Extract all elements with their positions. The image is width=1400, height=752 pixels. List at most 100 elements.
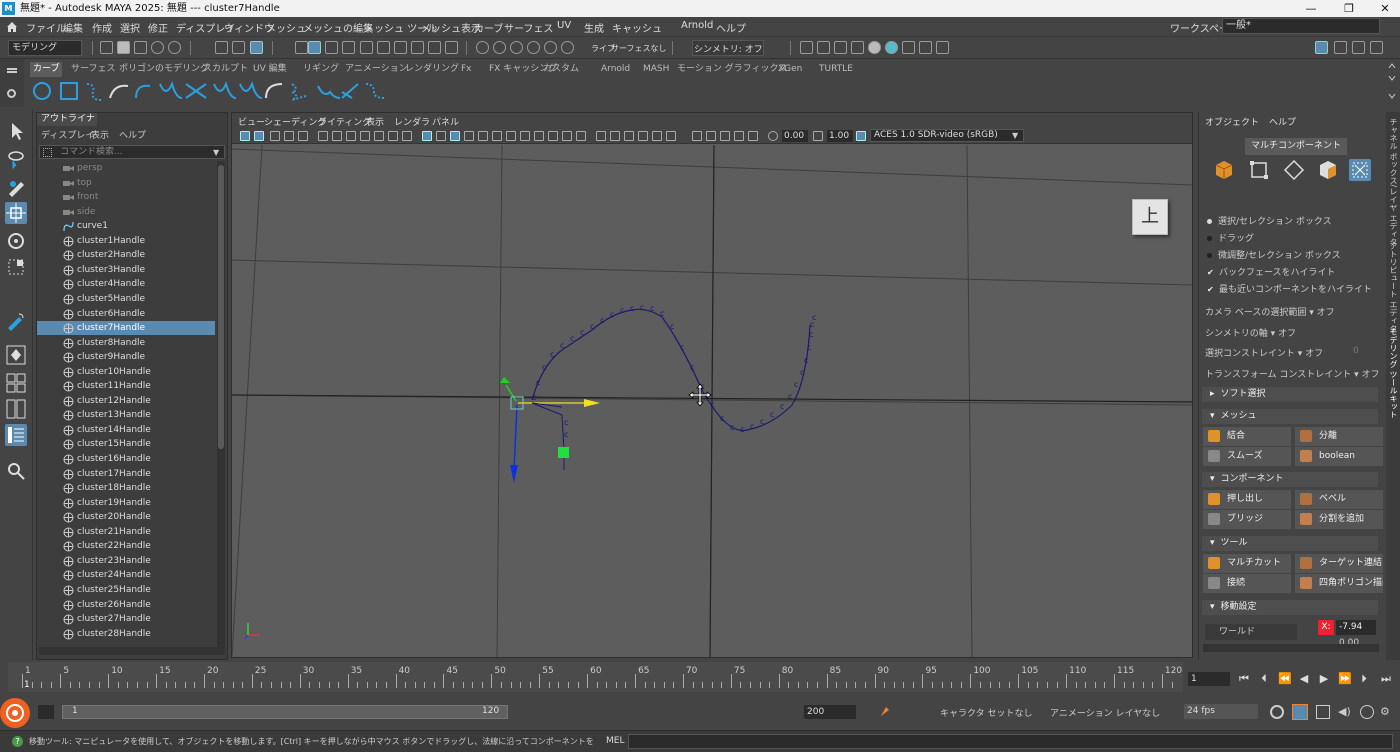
cluster-handle-glyph[interactable]: c [750,422,754,431]
hud-icon[interactable] [666,131,676,141]
auto-key-icon[interactable] [878,704,892,718]
coordinate-space-select[interactable]: ワールド [1205,624,1297,640]
outliner-hscrollbar[interactable] [39,647,225,655]
cluster-handle-glyph[interactable]: c [620,306,624,315]
menu-item-1[interactable]: 編集 [63,20,83,35]
outliner-item[interactable]: cluster21Handle [37,525,215,539]
outliner-item[interactable]: cluster17Handle [37,467,215,481]
vp-menu-view[interactable]: ビュー [238,115,265,128]
four-view-layout-icon[interactable] [5,372,27,394]
outliner-item[interactable]: persp [37,161,215,175]
outliner-item[interactable]: cluster11Handle [37,379,215,393]
toolkit-row-0[interactable]: カメラ ベースの選択範囲 ▾ オフ [1205,305,1335,318]
toolkit-menu-object[interactable]: オブジェクト [1205,115,1259,128]
snap-to-grid-icon[interactable] [476,41,489,54]
outliner-item[interactable]: cluster2Handle [37,248,215,262]
gate-mask-icon[interactable] [360,131,370,141]
search-filter-icon[interactable] [43,148,52,157]
camera-icon[interactable] [706,131,716,141]
undo-icon[interactable] [151,41,164,54]
mesh-button-3[interactable]: boolean [1295,447,1383,466]
outliner-item[interactable]: cluster10Handle [37,365,215,379]
outliner-item[interactable]: side [37,205,215,219]
outliner-menu-show[interactable]: 表示 [91,128,109,141]
cluster-handle-glyph[interactable]: c [630,304,634,313]
ipr-render-icon[interactable] [834,41,847,54]
select-by-dynamic-icon[interactable] [411,41,424,54]
cluster-handle-glyph[interactable]: c [680,343,684,352]
film-gate-icon[interactable] [332,131,342,141]
search-icon[interactable] [5,460,27,482]
cluster-handle-glyph[interactable]: c [690,363,694,372]
mesh-button-1[interactable]: 分離 [1295,427,1383,446]
gamma-icon[interactable] [813,131,823,141]
tool-button-2[interactable]: 接続 [1203,574,1291,593]
shelf-tab-14[interactable]: XGen [775,62,805,77]
vp-menu-panels[interactable]: パネル [432,115,459,128]
vp-menu-lighting[interactable]: ライティング [318,115,371,128]
grid-toggle-icon[interactable] [318,131,328,141]
component-button-2[interactable]: ブリッジ [1203,510,1291,529]
select-by-deformation-icon[interactable] [394,41,407,54]
cluster-handle-glyph[interactable]: c [807,343,811,352]
outliner-item[interactable]: cluster4Handle [37,277,215,291]
chevron-down-icon[interactable]: ▼ [213,148,219,157]
cluster-handle-glyph[interactable]: c [600,316,604,325]
resolution-gate-icon[interactable] [346,131,356,141]
select-by-object-type-icon[interactable] [308,41,321,54]
tool-section[interactable]: ツール [1202,536,1378,551]
redo-icon[interactable] [168,41,181,54]
frame-icon[interactable] [734,131,744,141]
menu-item-7[interactable]: メッシュ [266,20,306,35]
outliner-item[interactable]: cluster18Handle [37,481,215,495]
cluster-handle-glyph[interactable]: c [640,303,644,312]
colorspace-select[interactable]: ACES 1.0 SDR-video (sRGB) [870,129,1024,142]
shelf-tab-2[interactable]: ポリゴンのモデリング [116,62,212,77]
single-perspective-layout-icon[interactable] [5,344,27,366]
cluster-handle-glyph[interactable]: c [800,368,804,377]
toolkit-row-1[interactable]: シンメトリの軸 ▾ オフ [1205,326,1296,339]
anim-start-field[interactable] [38,705,54,719]
shelf-tab-11[interactable]: Arnold [598,62,633,77]
exposure-icon[interactable] [768,131,778,141]
shadows-icon[interactable] [520,131,530,141]
outliner-item[interactable]: cluster3Handle [37,263,215,277]
outliner-scroll-thumb[interactable] [218,165,224,449]
menu-item-0[interactable]: ファイル [26,20,66,35]
shelf-menu-icon[interactable] [7,68,17,70]
cluster-handle-glyph[interactable]: c [809,330,813,339]
chevron-down-icon[interactable]: ▼ [1012,131,1018,140]
minimize-button[interactable]: — [1296,0,1326,17]
bookmark-icon[interactable] [254,131,264,141]
cluster-handle-glyph[interactable]: c [760,417,764,426]
outliner-item[interactable]: curve1 [37,219,215,233]
home-icon[interactable] [6,21,18,33]
wireframe-icon[interactable] [436,131,446,141]
step-back-icon[interactable]: ⏴ [1258,673,1270,685]
select-object-icon[interactable] [232,41,245,54]
outliner-item[interactable]: cluster24Handle [37,568,215,582]
shelf-tab-5[interactable]: リギング [300,62,342,77]
outliner-item[interactable]: cluster23Handle [37,554,215,568]
toolkit-row-2[interactable]: 選択コンストレイント ▾ オフ [1205,346,1323,359]
cluster-handle-glyph[interactable]: c [580,328,584,337]
isolate-select-icon[interactable] [596,131,606,141]
xray-icon[interactable] [610,131,620,141]
shelf-tab-8[interactable]: Fx [458,62,475,77]
shelf-tab-12[interactable]: MASH [640,62,672,77]
xray-components-icon[interactable] [638,131,648,141]
mesh-button-2[interactable]: スムーズ [1203,447,1291,466]
cluster-handle-glyph[interactable]: c [536,378,540,387]
bookmark-timeline-icon[interactable] [1316,705,1330,719]
safe-action-icon[interactable] [388,131,398,141]
lock-selection-icon[interactable] [428,41,441,54]
shelf-settings-icon[interactable] [7,89,16,98]
range-slider[interactable] [62,705,508,719]
toolkit-option-3[interactable]: ✔ バックフェースをハイライト [1207,265,1335,278]
chevron-down-icon[interactable]: ▾ [1306,308,1316,318]
vp-menu-renderer[interactable]: レンダラ [394,115,430,128]
toolkit-option-0[interactable]: 選択/セレクション ボックス [1207,214,1332,227]
live-surface-value[interactable]: サーフェスなし [611,43,667,54]
menu-item-2[interactable]: 作成 [92,20,112,35]
select-by-vertex-icon[interactable] [295,41,308,54]
